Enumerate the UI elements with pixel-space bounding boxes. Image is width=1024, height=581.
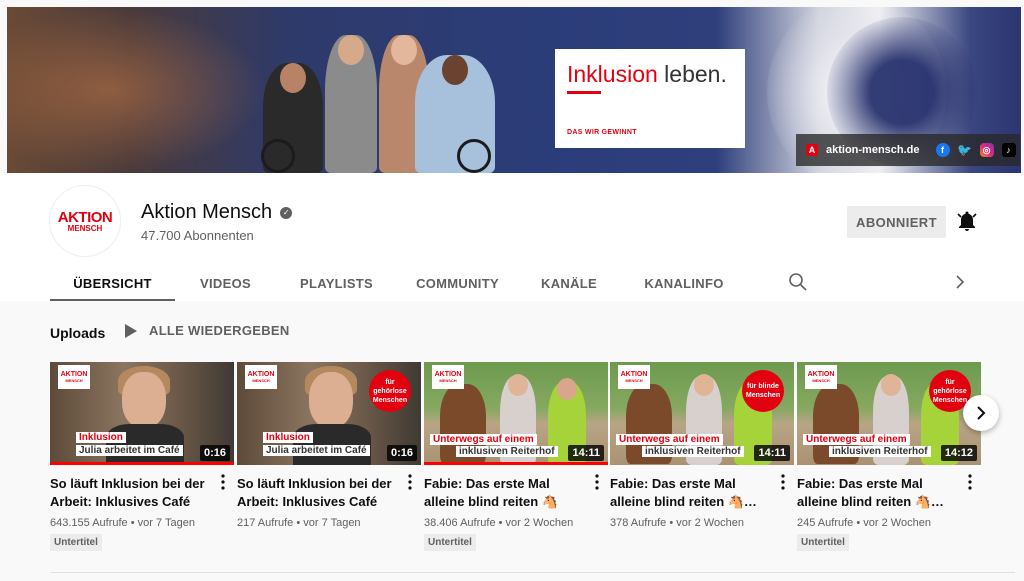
thumbnail-caption: Unterwegs auf einem: [616, 434, 723, 445]
thumbnail-caption: Unterwegs auf einem: [430, 434, 537, 445]
subscriber-count: 47.700 Abonnenten: [141, 228, 254, 243]
video-meta: 643.155 Aufrufe • vor 7 Tagen: [50, 517, 195, 529]
section-title[interactable]: Uploads: [50, 325, 105, 341]
section-divider: [50, 572, 1015, 573]
video-card[interactable]: AKTION MENSCH Inklusion Julia arbeitet im…: [50, 362, 234, 551]
video-duration: 0:16: [199, 445, 230, 461]
thumbnail-caption: Unterwegs auf einem: [803, 434, 910, 445]
channel-name: Aktion Mensch ✓: [141, 201, 293, 224]
video-title[interactable]: So läuft Inklusion bei der Arbeit: Inklu…: [50, 475, 215, 511]
channel-tabs: ÜBERSICHT VIDEOS PLAYLISTS COMMUNITY KAN…: [50, 265, 748, 301]
video-card[interactable]: AKTION MENSCH für gehörlose Menschen Inkl…: [237, 362, 421, 529]
thumbnail-caption: Inklusion: [263, 432, 313, 443]
video-card[interactable]: AKTION MENSCH für gehörlose Menschen Unte…: [797, 362, 981, 551]
twitter-icon[interactable]: 🐦: [957, 143, 972, 157]
banner-headline-box: Inklusion leben. DAS WIR GEWINNT: [555, 49, 745, 148]
more-options-icon[interactable]: [590, 473, 604, 491]
video-duration: 14:11: [754, 445, 790, 461]
channel-header: AKTION MENSCH Aktion Mensch ✓ 47.700 Abo…: [0, 173, 1024, 301]
video-thumbnail[interactable]: AKTION MENSCH für gehörlose Menschen Unte…: [797, 362, 981, 465]
video-title[interactable]: Fabie: Das erste Mal alleine blind reite…: [797, 475, 962, 511]
thumbnail-caption: Julia arbeitet im Café: [76, 445, 183, 456]
tab-about[interactable]: KANALINFO: [620, 265, 748, 301]
tab-playlists[interactable]: PLAYLISTS: [276, 265, 397, 301]
video-thumbnail[interactable]: AKTION MENSCH für gehörlose Menschen Inkl…: [237, 362, 421, 465]
thumbnail-caption: inklusiven Reiterhof: [642, 446, 744, 457]
tab-community[interactable]: COMMUNITY: [397, 265, 518, 301]
more-options-icon[interactable]: [216, 473, 230, 491]
tab-overview[interactable]: ÜBERSICHT: [50, 265, 175, 301]
subtitles-badge: Untertitel: [797, 534, 849, 551]
thumbnail-caption: Julia arbeitet im Café: [263, 445, 370, 456]
banner-tagline: DAS WIR GEWINNT: [567, 129, 637, 136]
thumbnail-badge-circle: für gehörlose Menschen: [369, 370, 411, 412]
video-thumbnail[interactable]: AKTION MENSCH für blinde Menschen Unterwe…: [610, 362, 794, 465]
thumbnail-caption: inklusiven Reiterhof: [829, 446, 931, 457]
video-meta: 38.406 Aufrufe • vor 2 Wochen: [424, 517, 574, 529]
video-thumbnail[interactable]: AKTION MENSCH Inklusion Julia arbeitet im…: [50, 362, 234, 465]
website-link[interactable]: aktion-mensch.de: [826, 144, 920, 156]
video-card[interactable]: AKTION MENSCH Unterwegs auf einem inklusi…: [424, 362, 608, 551]
avatar[interactable]: AKTION MENSCH: [49, 185, 121, 257]
aktion-mensch-logo-icon: AKTION MENSCH: [618, 365, 650, 389]
tab-videos[interactable]: VIDEOS: [175, 265, 276, 301]
banner-headline: Inklusion leben.: [567, 61, 727, 87]
play-all-button[interactable]: ALLE WIEDERGEBEN: [125, 323, 290, 338]
aktion-mensch-logo-icon: AKTION MENSCH: [432, 365, 464, 389]
play-icon: [125, 323, 137, 338]
video-card[interactable]: AKTION MENSCH für blinde Menschen Unterwe…: [610, 362, 794, 529]
chevron-right-icon[interactable]: [953, 273, 967, 291]
thumbnail-badge-circle: für blinde Menschen: [742, 370, 784, 412]
instagram-icon[interactable]: ◎: [979, 143, 994, 157]
channel-banner: Inklusion leben. DAS WIR GEWINNT A aktio…: [7, 7, 1021, 173]
more-options-icon[interactable]: [963, 473, 977, 491]
uploads-section: Uploads ALLE WIEDERGEBEN AKTION MENSCH In…: [0, 301, 1024, 581]
video-meta: 378 Aufrufe • vor 2 Wochen: [610, 517, 744, 529]
thumbnail-caption: Inklusion: [76, 432, 126, 443]
watch-progress-bar: [50, 462, 234, 465]
video-duration: 0:16: [386, 445, 417, 461]
video-duration: 14:11: [568, 445, 604, 461]
video-meta: 245 Aufrufe • vor 2 Wochen: [797, 517, 931, 529]
video-title[interactable]: So läuft Inklusion bei der Arbeit: Inklu…: [237, 475, 402, 511]
youtube-channel-page: Inklusion leben. DAS WIR GEWINNT A aktio…: [0, 0, 1024, 581]
chevron-right-icon: [977, 406, 986, 420]
search-icon[interactable]: [788, 272, 808, 292]
banner-photo-people: [257, 27, 502, 173]
video-meta: 217 Aufrufe • vor 7 Tagen: [237, 517, 361, 529]
aktion-mensch-logo-icon: A: [806, 144, 818, 156]
aktion-mensch-logo-icon: AKTION MENSCH: [245, 365, 277, 389]
tab-channels[interactable]: KANÄLE: [518, 265, 620, 301]
video-thumbnail[interactable]: AKTION MENSCH Unterwegs auf einem inklusi…: [424, 362, 608, 465]
video-duration: 14:12: [940, 445, 977, 461]
verified-checkmark-icon: ✓: [280, 206, 293, 219]
facebook-icon[interactable]: f: [935, 143, 950, 157]
tiktok-icon[interactable]: ♪: [1001, 143, 1016, 157]
notification-bell-icon[interactable]: [955, 209, 979, 233]
thumbnail-caption: inklusiven Reiterhof: [456, 446, 558, 457]
aktion-mensch-logo-icon: AKTION MENSCH: [805, 365, 837, 389]
banner-links: A aktion-mensch.de f 🐦 ◎ ♪: [796, 134, 1020, 166]
carousel-next-button[interactable]: [963, 395, 999, 431]
subscribe-button[interactable]: ABONNIERT: [847, 206, 946, 238]
aktion-mensch-logo-icon: AKTION MENSCH: [58, 365, 90, 389]
video-title[interactable]: Fabie: Das erste Mal alleine blind reite…: [424, 475, 589, 511]
more-options-icon[interactable]: [776, 473, 790, 491]
video-title[interactable]: Fabie: Das erste Mal alleine blind reite…: [610, 475, 775, 511]
watch-progress-bar: [424, 462, 608, 465]
more-options-icon[interactable]: [403, 473, 417, 491]
subtitles-badge: Untertitel: [50, 534, 102, 551]
subtitles-badge: Untertitel: [424, 534, 476, 551]
